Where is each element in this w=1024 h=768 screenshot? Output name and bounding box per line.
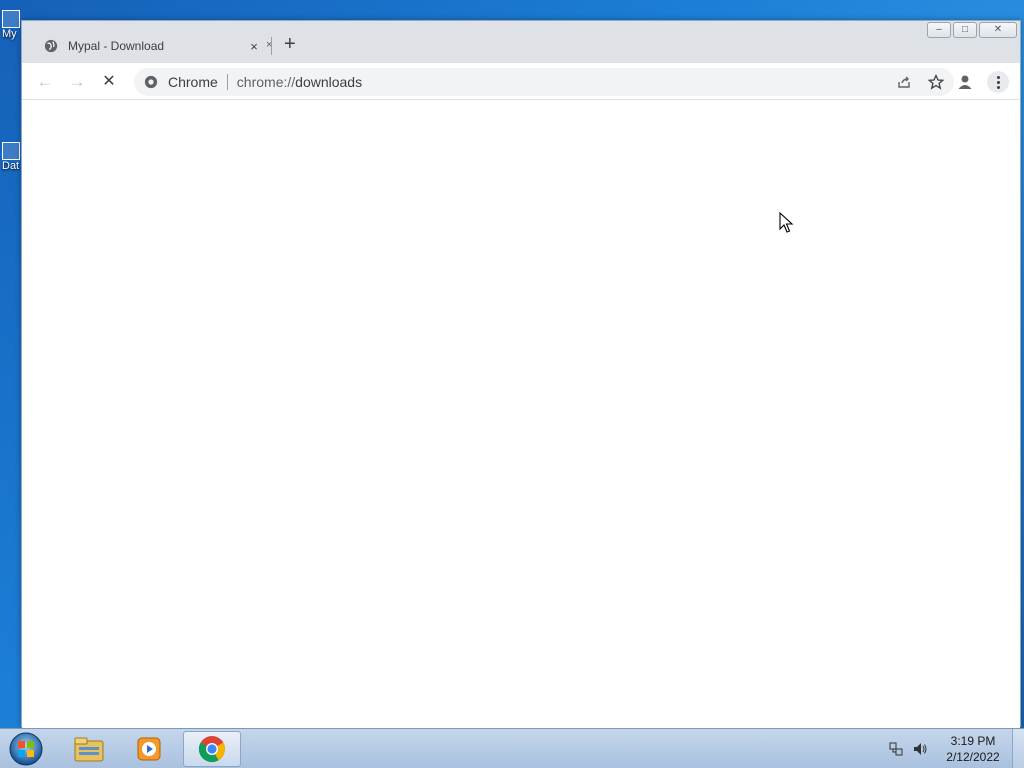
- taskbar-clock[interactable]: 3:19 PM 2/12/2022: [938, 733, 1008, 765]
- close-window-button[interactable]: ✕: [979, 22, 1017, 38]
- tab-separator: [271, 37, 272, 55]
- mouse-cursor-icon: [779, 212, 794, 233]
- network-icon[interactable]: [888, 741, 904, 757]
- tab-mypal-download[interactable]: Mypal - Download ×: [30, 29, 270, 63]
- scheme-chip: Chrome: [168, 74, 218, 90]
- system-tray: [888, 741, 928, 757]
- new-tab-button[interactable]: +: [284, 34, 296, 54]
- url-path: downloads: [295, 74, 363, 90]
- tab-close-button[interactable]: ×: [246, 39, 262, 54]
- browser-toolbar: ← → ✕ Chrome chrome://downloads: [22, 63, 1020, 100]
- browser-window: Mypal - Download × × + – □ ✕ ← → ✕ Chrom…: [21, 20, 1021, 728]
- chrome-page-icon: [144, 75, 158, 89]
- taskbar-media-player-button[interactable]: [120, 731, 178, 767]
- taskbar-chrome-button[interactable]: [183, 731, 241, 767]
- profile-avatar-icon[interactable]: [956, 73, 974, 91]
- clock-date: 2/12/2022: [946, 750, 1000, 764]
- clock-time: 3:19 PM: [950, 734, 996, 748]
- volume-icon[interactable]: [912, 741, 928, 757]
- tab-strip: Mypal - Download × × + – □ ✕: [22, 21, 1020, 63]
- omnibox-actions: [896, 74, 944, 90]
- minimize-button[interactable]: –: [927, 22, 951, 38]
- media-player-icon: [137, 737, 161, 761]
- tab-title: Mypal - Download: [68, 39, 165, 53]
- menu-dot-icon: [996, 85, 1000, 89]
- browser-menu-button[interactable]: [987, 71, 1009, 93]
- forward-button[interactable]: →: [66, 71, 88, 93]
- omnibox-separator: [226, 74, 228, 90]
- globe-icon: [44, 39, 58, 53]
- show-desktop-button[interactable]: [1012, 729, 1024, 768]
- stop-loading-button[interactable]: ✕: [98, 71, 120, 93]
- address-bar[interactable]: Chrome chrome://downloads: [134, 68, 954, 96]
- back-button[interactable]: ←: [34, 71, 56, 93]
- taskbar-explorer-button[interactable]: [60, 731, 118, 767]
- url-text[interactable]: chrome://downloads: [237, 74, 362, 90]
- taskbar: 3:19 PM 2/12/2022: [0, 728, 1024, 768]
- bookmark-star-icon[interactable]: [928, 74, 944, 90]
- desktop-icon-label: My: [2, 28, 17, 40]
- menu-dot-icon: [996, 75, 1000, 79]
- computer-icon: [2, 10, 20, 28]
- file-icon: [2, 142, 20, 160]
- start-button-icon[interactable]: [6, 731, 46, 767]
- desktop-icon-dat[interactable]: Dat: [0, 142, 22, 172]
- share-icon[interactable]: [896, 74, 912, 90]
- url-prefix: chrome://: [236, 74, 296, 90]
- menu-dot-icon: [996, 80, 1000, 84]
- page-content[interactable]: [22, 101, 1020, 728]
- desktop-icon-label: Dat: [2, 160, 20, 172]
- chrome-icon: [198, 736, 226, 763]
- windows-explorer-icon: [74, 737, 104, 762]
- maximize-button[interactable]: □: [953, 22, 977, 38]
- desktop-icon-my[interactable]: My: [0, 10, 22, 40]
